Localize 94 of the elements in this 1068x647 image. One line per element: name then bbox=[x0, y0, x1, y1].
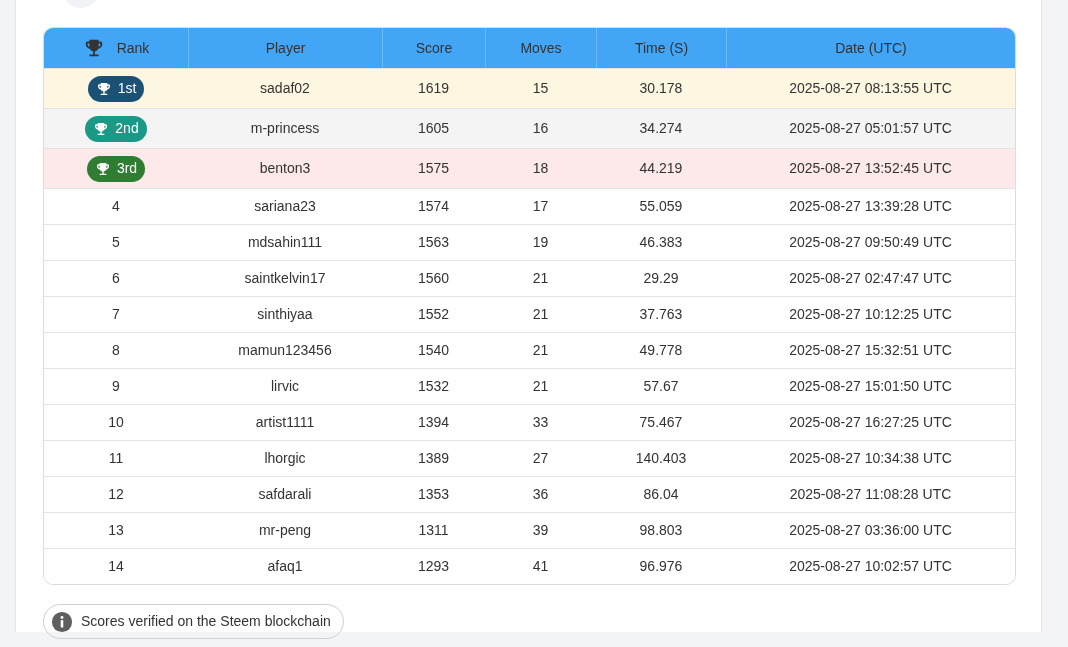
table-cell-text: 15 bbox=[532, 79, 549, 98]
table-cell-text: 1575 bbox=[417, 159, 450, 178]
table-cell-text: 12 bbox=[108, 485, 124, 504]
table-cell-text: 2025-08-27 15:01:50 UTC bbox=[789, 377, 952, 396]
table-cell-text: 21 bbox=[532, 341, 549, 360]
table-cell-text: 10 bbox=[108, 413, 124, 432]
verification-note: Scores verified on the Steem blockchain bbox=[81, 612, 331, 631]
rank-label: 1st bbox=[117, 79, 137, 98]
column-header[interactable]: Moves bbox=[520, 37, 562, 59]
table-cell-text: 36 bbox=[532, 485, 549, 504]
table-cell-text: 2025-08-27 02:47:47 UTC bbox=[789, 269, 952, 288]
table-cell-text: 4 bbox=[112, 197, 120, 216]
table-cell-text: 140.403 bbox=[635, 449, 687, 468]
table-cell-text: 7 bbox=[112, 305, 120, 324]
table-cell-text: sariana23 bbox=[254, 197, 316, 216]
table-cell-text: 21 bbox=[532, 377, 549, 396]
table-cell-text: 8 bbox=[112, 341, 120, 360]
table-cell-text: 2025-08-27 08:13:55 UTC bbox=[789, 79, 952, 98]
table-cell-text: 21 bbox=[532, 269, 549, 288]
table-cell-text: safdarali bbox=[258, 485, 312, 504]
table-cell-text: saintkelvin17 bbox=[244, 269, 326, 288]
table-cell-text: 55.059 bbox=[639, 197, 683, 216]
table-cell-text: 2025-08-27 15:32:51 UTC bbox=[789, 341, 952, 360]
column-header[interactable]: Score bbox=[415, 37, 453, 59]
table-cell-text: lirvic bbox=[271, 377, 299, 396]
table-cell-text: benton3 bbox=[259, 159, 311, 178]
table-cell-text: 37.763 bbox=[639, 305, 683, 324]
table-cell-text: 2025-08-27 10:34:38 UTC bbox=[789, 449, 952, 468]
table-cell-text: 1532 bbox=[417, 377, 450, 396]
trophy-icon bbox=[95, 80, 112, 97]
table-cell-text: 2025-08-27 16:27:25 UTC bbox=[789, 413, 952, 432]
rank-label: 3rd bbox=[116, 159, 138, 178]
table-cell-text: 34.274 bbox=[639, 119, 683, 138]
column-header[interactable]: Rank bbox=[116, 37, 150, 59]
table-cell-text: 2025-08-27 05:01:57 UTC bbox=[789, 119, 952, 138]
table-cell-text: mamun123456 bbox=[238, 341, 332, 360]
table-cell-text: 86.04 bbox=[643, 485, 679, 504]
table-cell-text: 17 bbox=[532, 197, 549, 216]
trophy-icon bbox=[94, 160, 111, 177]
table-cell-text: 11 bbox=[108, 449, 124, 468]
table-cell-text: 2025-08-27 09:50:49 UTC bbox=[789, 233, 952, 252]
column-header[interactable]: Player bbox=[265, 37, 306, 59]
table-cell-text: 2025-08-27 10:02:57 UTC bbox=[789, 557, 952, 576]
table-cell-text: 2025-08-27 13:52:45 UTC bbox=[789, 159, 952, 178]
table-cell-text: 5 bbox=[112, 233, 120, 252]
rank-label: 2nd bbox=[115, 119, 139, 138]
table-cell-text: 13 bbox=[108, 521, 124, 540]
table-cell-text: 16 bbox=[532, 119, 549, 138]
table-cell-text: 21 bbox=[532, 305, 549, 324]
table-cell-text: 57.67 bbox=[643, 377, 679, 396]
table-cell-text: 75.467 bbox=[639, 413, 683, 432]
table-cell-text: 1389 bbox=[417, 449, 450, 468]
table-cell-text: 1605 bbox=[417, 119, 450, 138]
table-cell-text: 33 bbox=[532, 413, 549, 432]
table-cell-text: 1353 bbox=[417, 485, 450, 504]
table-cell-text: 14 bbox=[108, 557, 124, 576]
table-cell-text: 1619 bbox=[417, 79, 450, 98]
table-cell-text: mr-peng bbox=[258, 521, 312, 540]
table-cell-text: 2025-08-27 13:39:28 UTC bbox=[789, 197, 952, 216]
table-cell-text: 1394 bbox=[417, 413, 450, 432]
table-cell-text: 30.178 bbox=[639, 79, 683, 98]
table-cell-text: 1552 bbox=[417, 305, 450, 324]
table-cell-text: sinthiyaa bbox=[257, 305, 313, 324]
table-cell-text: mdsahin111 bbox=[247, 233, 323, 252]
table-cell-text: 27 bbox=[532, 449, 549, 468]
table-cell-text: 1540 bbox=[417, 341, 450, 360]
table-cell-text: 1574 bbox=[417, 197, 450, 216]
table-cell-text: 41 bbox=[532, 557, 549, 576]
table-cell-text: afaq1 bbox=[267, 557, 303, 576]
table-cell-text: 1563 bbox=[417, 233, 450, 252]
column-header[interactable]: Time (S) bbox=[634, 37, 689, 59]
table-cell-text: 2025-08-27 11:08:28 UTC bbox=[789, 485, 952, 504]
table-cell-text: 98.803 bbox=[639, 521, 683, 540]
table-cell-text: 1560 bbox=[417, 269, 450, 288]
table-cell-text: 2025-08-27 03:36:00 UTC bbox=[789, 521, 952, 540]
table-cell-text: artist1111 bbox=[255, 413, 315, 432]
table-cell-text: 1311 bbox=[418, 521, 449, 540]
table-cell-text: 6 bbox=[112, 269, 120, 288]
table-cell-text: 39 bbox=[532, 521, 549, 540]
table-cell-text: 96.976 bbox=[639, 557, 683, 576]
table-cell-text: 44.219 bbox=[639, 159, 683, 178]
trophy-icon bbox=[93, 120, 110, 137]
table-cell-text: m-princess bbox=[250, 119, 320, 138]
table-cell-text: 9 bbox=[112, 377, 120, 396]
table-cell-text: 46.383 bbox=[639, 233, 683, 252]
table-cell-text: sadaf02 bbox=[260, 79, 310, 98]
table-cell-text: 49.778 bbox=[639, 341, 683, 360]
table-cell-text: 2025-08-27 10:12:25 UTC bbox=[789, 305, 952, 324]
table-cell-text: 29.29 bbox=[643, 269, 679, 288]
table-cell-text: 19 bbox=[532, 233, 549, 252]
table-cell-text: lhorgic bbox=[264, 449, 306, 468]
table-cell-text: 1293 bbox=[417, 557, 450, 576]
table-cell-text: 18 bbox=[532, 159, 549, 178]
column-header[interactable]: Date (UTC) bbox=[835, 37, 907, 59]
